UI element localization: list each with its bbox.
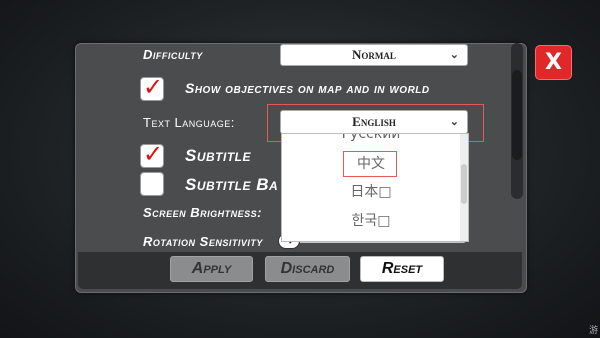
difficulty-value: Normal bbox=[352, 47, 396, 62]
subtitle-checkbox[interactable]: ✓ bbox=[140, 140, 164, 168]
rotation-sensitivity-label: Rotation Sensitivity bbox=[143, 234, 263, 249]
scrollbar-thumb[interactable] bbox=[512, 70, 522, 160]
show-objectives-checkbox[interactable]: ✓ bbox=[140, 73, 164, 101]
checkmark-icon: ✓ bbox=[143, 73, 164, 101]
subtitle-background-label: Subtitle Ba bbox=[185, 175, 279, 194]
subtitle-background-checkbox[interactable] bbox=[140, 172, 164, 196]
language-highlight bbox=[343, 151, 397, 177]
language-option[interactable]: 日本□ bbox=[282, 181, 460, 201]
settings-scrollbar[interactable] bbox=[511, 43, 523, 199]
language-option[interactable]: 한국□ bbox=[282, 210, 460, 230]
screen-brightness-label: Screen Brightness: bbox=[143, 205, 263, 220]
checkmark-icon: ✓ bbox=[143, 140, 164, 168]
language-list: Русский 中文 日本□ 한국□ bbox=[281, 133, 469, 242]
close-button[interactable]: X bbox=[535, 45, 572, 80]
discard-button[interactable]: Discard bbox=[265, 256, 350, 282]
corner-watermark: 游 bbox=[588, 326, 598, 336]
show-objectives-label: Show objectives on map and in world bbox=[185, 80, 430, 96]
text-language-label: Text Language: bbox=[143, 115, 235, 130]
chevron-down-icon: ⌄ bbox=[449, 49, 459, 61]
language-option[interactable]: Русский bbox=[282, 134, 460, 142]
scrollbar-thumb[interactable] bbox=[461, 164, 467, 204]
language-list-scrollbar[interactable] bbox=[460, 134, 468, 241]
difficulty-label: Difficulty bbox=[143, 47, 203, 62]
subtitle-label: Subtitle bbox=[185, 146, 251, 165]
apply-button[interactable]: Apply bbox=[170, 256, 253, 282]
difficulty-dropdown[interactable]: Normal ⌄ bbox=[280, 44, 468, 66]
reset-button[interactable]: Reset bbox=[360, 256, 444, 282]
